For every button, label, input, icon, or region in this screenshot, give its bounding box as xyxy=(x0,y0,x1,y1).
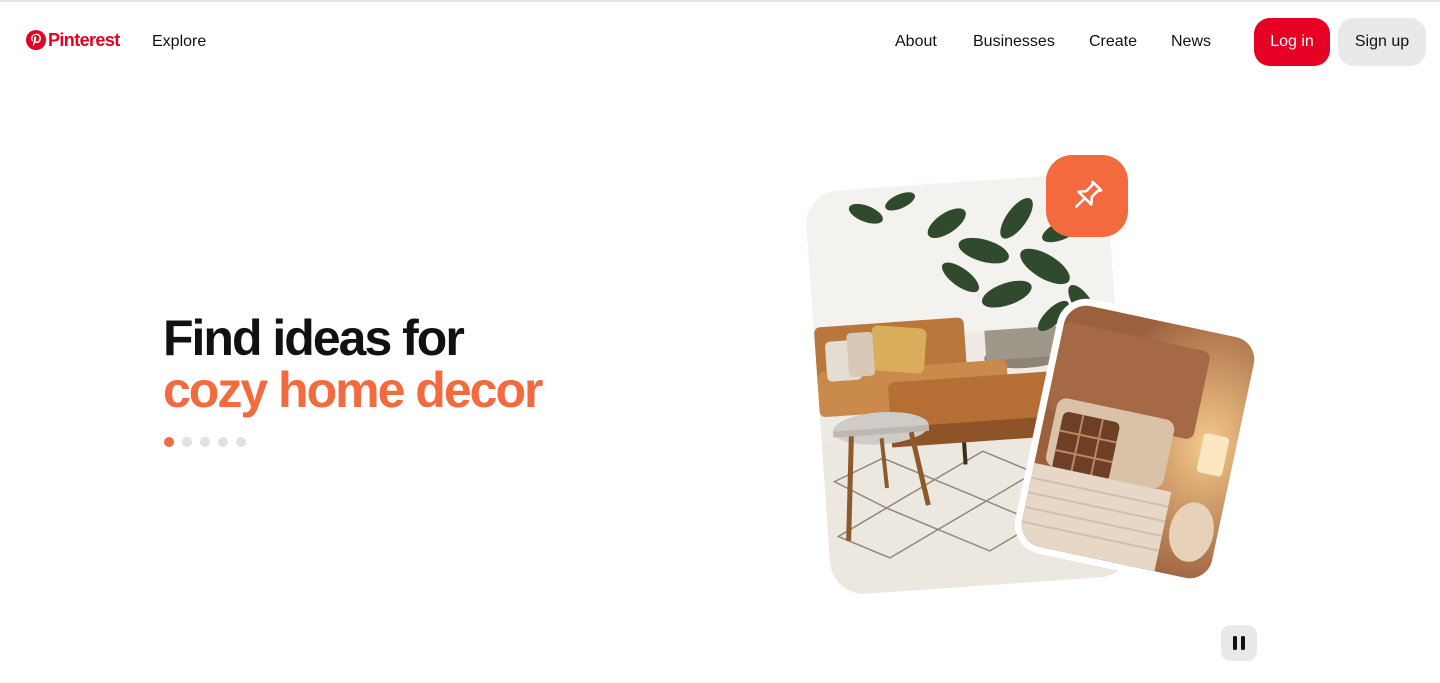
bedroom-illustration xyxy=(1017,301,1259,583)
carousel-indicator xyxy=(164,437,246,447)
carousel-dot[interactable] xyxy=(164,437,174,447)
pinterest-p-icon xyxy=(26,30,46,50)
carousel-dot[interactable] xyxy=(218,437,228,447)
headline-line-1: Find ideas for xyxy=(163,310,465,366)
pinterest-logo[interactable]: Pinterest xyxy=(26,30,120,50)
nav-about-link[interactable]: About xyxy=(895,32,937,52)
pause-carousel-button[interactable] xyxy=(1221,625,1257,661)
headline-line-2: cozy home decor xyxy=(163,362,543,418)
carousel-dot[interactable] xyxy=(200,437,210,447)
pushpin-icon xyxy=(1075,180,1103,208)
signup-button[interactable]: Sign up xyxy=(1338,18,1426,66)
explore-link[interactable]: Explore xyxy=(152,32,206,52)
hero-headline: Find ideas for cozy home decor xyxy=(163,310,543,418)
pause-icon xyxy=(1233,636,1245,650)
carousel-dot[interactable] xyxy=(182,437,192,447)
login-button[interactable]: Log in xyxy=(1254,18,1330,66)
brand-name: Pinterest xyxy=(48,30,120,50)
save-pin-badge xyxy=(1046,155,1128,237)
carousel-dot[interactable] xyxy=(236,437,246,447)
nav-news-link[interactable]: News xyxy=(1171,32,1211,52)
nav-create-link[interactable]: Create xyxy=(1089,32,1137,52)
top-navigation-bar: Pinterest Explore About Businesses Creat… xyxy=(0,2,1440,80)
nav-businesses-link[interactable]: Businesses xyxy=(973,32,1055,52)
